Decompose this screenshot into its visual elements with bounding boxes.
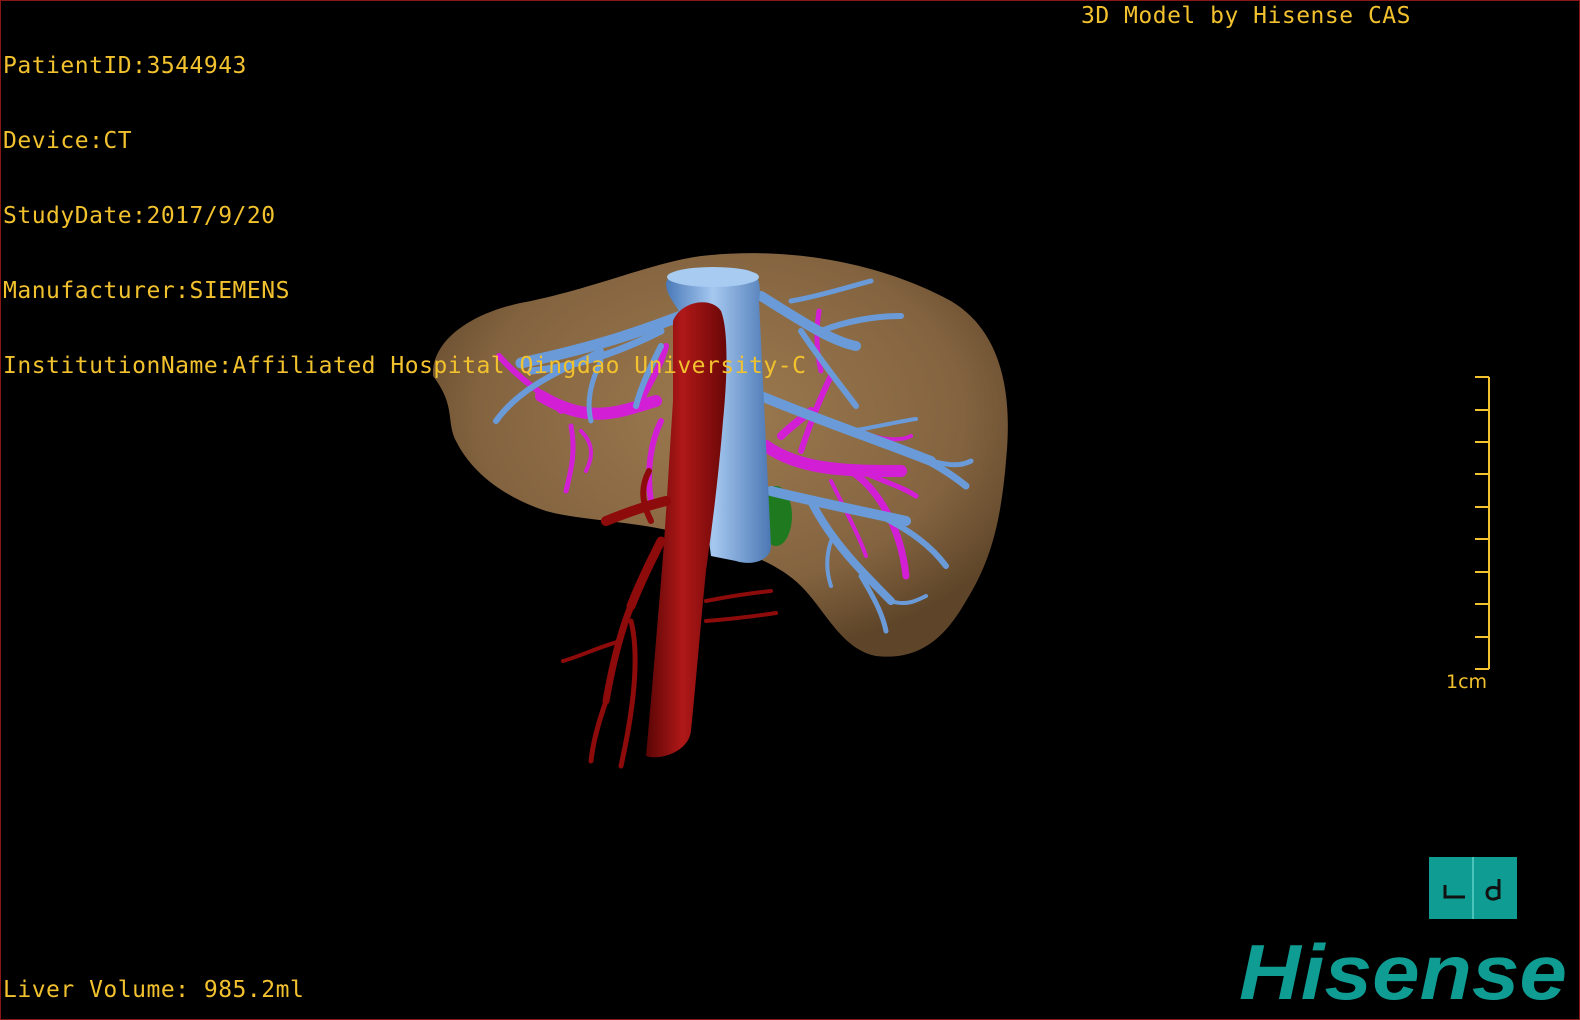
device: Device:CT [3, 128, 133, 154]
scale-label: 1cm [1446, 671, 1488, 693]
liver-volume: Liver Volume: 985.2ml [3, 977, 305, 1003]
manufacturer: Manufacturer:SIEMENS [3, 278, 290, 304]
view-toggle-icon [1443, 857, 1501, 919]
model-credit: 3D Model by Hisense CAS [1081, 3, 1411, 29]
dicom-metadata: PatientID:3544943 Device:CT StudyDate:20… [3, 4, 806, 429]
3d-viewport[interactable]: PatientID:3544943 Device:CT StudyDate:20… [0, 0, 1580, 1020]
patient-id: PatientID:3544943 [3, 53, 247, 79]
svg-text:Hisense: Hisense [1239, 931, 1567, 1011]
view-toggle-button[interactable] [1429, 857, 1517, 919]
scale-bar [1475, 376, 1490, 670]
institution-name: InstitutionName:Affiliated Hospital Qing… [3, 353, 807, 379]
study-date: StudyDate:2017/9/20 [3, 203, 276, 229]
hisense-logo: Hisense [1239, 931, 1567, 1011]
